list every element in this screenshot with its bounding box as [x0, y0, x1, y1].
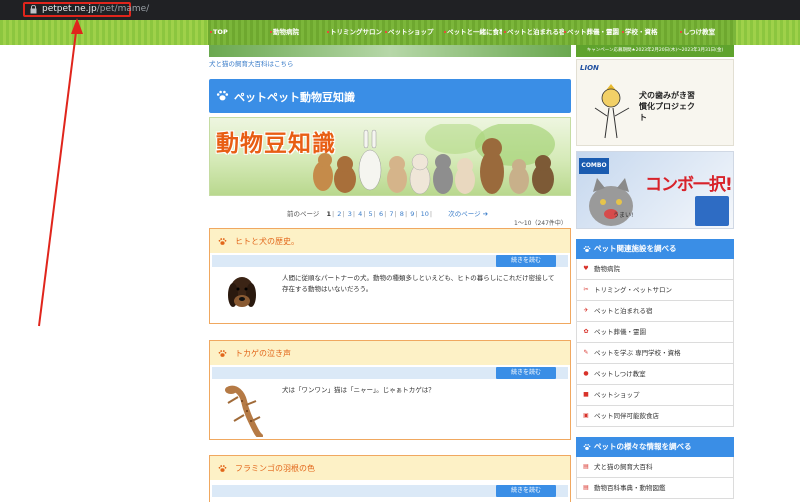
- url-path: /pet/mame/: [96, 4, 150, 14]
- nav-item-school[interactable]: 学校・資格: [622, 20, 658, 45]
- paw-icon: [583, 444, 591, 451]
- pencil-icon: ✎: [583, 349, 589, 356]
- page-link[interactable]: 1: [326, 210, 331, 218]
- url-field[interactable]: petpet.ne.jp/pet/mame/: [42, 4, 149, 14]
- dog-illustration: [594, 84, 630, 139]
- page-link[interactable]: 4: [358, 210, 362, 218]
- sidebar-item-dining[interactable]: ▣ ペット同伴可能飲食店: [576, 406, 734, 427]
- ad-text: 犬の歯みがき習慣化プロジェクト: [639, 91, 695, 122]
- sidebar-item-label: トリミング・ペットサロン: [594, 286, 672, 294]
- page-link[interactable]: 6: [379, 210, 383, 218]
- cup-icon: ▣: [583, 412, 589, 419]
- nav-item-funeral[interactable]: ペット葬儀・霊園: [564, 20, 621, 45]
- sidebar-item-label: ペットを学ぶ 専門学校・資格: [594, 349, 681, 357]
- sidebar-item-label: ペットと泊まれる宿: [594, 307, 653, 315]
- shop-icon: ■: [583, 391, 589, 398]
- ad-brand: LION: [580, 64, 599, 72]
- page-link[interactable]: 8: [400, 210, 404, 218]
- article-card: トカゲの泣き声 続きを読む 犬は「ワンワン」猫は「ニャー」。じゃぁトカゲは？: [209, 340, 571, 440]
- info-search-header: ペットの様々な情報を調べる: [576, 437, 734, 457]
- facility-search-header: ペット関連施設を調べる: [576, 239, 734, 259]
- sidebar-item-label: 動物病院: [594, 265, 620, 273]
- nav-item-top[interactable]: TOP: [210, 20, 228, 45]
- page-title-bar: ペットペット動物豆知識: [209, 79, 571, 113]
- arrow-right-icon: ➔: [482, 210, 489, 218]
- sidebar-item-training[interactable]: ● ペットしつけ教室: [576, 364, 734, 385]
- sidebar-item-label: ペット同伴可能飲食店: [594, 412, 659, 420]
- sidebar-item-label: ペットショップ: [594, 391, 640, 399]
- encyclopedia-link[interactable]: 犬と猫の飼育大百科はこちら: [209, 58, 294, 68]
- ad-brand: COMBO: [579, 158, 609, 174]
- campaign-notice: キャンペーン応募期間★2023年2月20日(木)～2023年3月31日(金): [576, 45, 734, 57]
- plane-icon: ✈: [583, 307, 589, 314]
- prev-page-link[interactable]: 前のページ: [287, 210, 319, 218]
- whistle-icon: ●: [583, 370, 589, 377]
- page-link[interactable]: 7: [389, 210, 393, 218]
- article-title[interactable]: フラミンゴの羽根の色: [235, 463, 315, 474]
- pagination: 前のページ 1| 2| 3| 4| 5| 6| 7| 8| 9| 10| 次のペ…: [287, 210, 489, 218]
- nav-item-vet[interactable]: 動物病院: [270, 20, 299, 45]
- flower-icon: ✿: [583, 328, 589, 335]
- gecko-photo: [220, 383, 264, 437]
- sidebar-item-label: 動物百科事典・動物図鑑: [594, 484, 666, 492]
- cat-photo: [589, 178, 633, 226]
- nav-item-hotel[interactable]: ペットと泊まれる宿: [504, 20, 564, 45]
- read-more-button[interactable]: 続きを読む: [496, 255, 556, 267]
- paw-icon: [583, 246, 591, 253]
- page-link[interactable]: 5: [369, 210, 373, 218]
- result-count: 1～10（247件中）: [514, 220, 567, 227]
- ad-headline: コンボ一択!: [645, 175, 733, 195]
- animals-illustration: [313, 124, 555, 195]
- nav-item-training[interactable]: しつけ教室: [680, 20, 715, 45]
- heart-icon: ♥: [583, 265, 589, 272]
- article-description: 人間に従順なパートナーの犬。動物の種類多しといえども、ヒトの暮らしにこれだけ密接…: [282, 274, 555, 293]
- nav-item-dining[interactable]: ペットと一緒に食事: [444, 20, 502, 45]
- book-icon: ▤: [583, 463, 589, 470]
- article-title[interactable]: ヒトと犬の歴史。: [235, 236, 299, 247]
- section-title: ペット関連施設を調べる: [594, 244, 677, 253]
- page-link[interactable]: 2: [337, 210, 341, 218]
- article-title[interactable]: トカゲの泣き声: [235, 348, 291, 359]
- nav-item-petshop[interactable]: ペットショップ: [385, 20, 441, 45]
- sidebar-item-funeral[interactable]: ✿ ペット葬儀・霊園: [576, 322, 734, 343]
- ad-subtext: うまい!: [613, 212, 634, 219]
- combo-ad-banner[interactable]: COMBO コンボ一択! うまい!: [576, 151, 734, 229]
- article-card: ヒトと犬の歴史。 続きを読む 人間に従順なパートナーの犬。動物の種類多しといえど…: [209, 228, 571, 324]
- paw-icon: [218, 350, 227, 357]
- paw-icon: [218, 238, 227, 245]
- book-icon: ▤: [583, 484, 589, 491]
- sidebar-item-vet[interactable]: ♥ 動物病院: [576, 259, 734, 280]
- page-link[interactable]: 10: [421, 210, 429, 218]
- sidebar-item-trimming[interactable]: ✂ トリミング・ペットサロン: [576, 280, 734, 301]
- sidebar-item-label: ペットしつけ教室: [594, 370, 646, 378]
- nav-item-trimming[interactable]: トリミングサロン: [327, 20, 382, 45]
- scissors-icon: ✂: [583, 286, 589, 293]
- url-host: petpet.ne.jp: [42, 4, 97, 14]
- hero-image-strip: [209, 45, 571, 57]
- sidebar-item-school[interactable]: ✎ ペットを学ぶ 専門学校・資格: [576, 343, 734, 364]
- trivia-banner: 動物豆知識: [209, 117, 571, 196]
- next-page-link[interactable]: 次のページ: [448, 210, 480, 218]
- sidebar-item-encyclopedia[interactable]: ▤ 犬と猫の飼育大百科: [576, 457, 734, 478]
- paw-icon: [216, 90, 229, 101]
- read-more-button[interactable]: 続きを読む: [496, 367, 556, 379]
- paw-icon: [218, 465, 227, 472]
- read-more-button[interactable]: 続きを読む: [496, 485, 556, 497]
- sidebar-item-label: 犬と猫の飼育大百科: [594, 463, 653, 471]
- sidebar-item-petshop[interactable]: ■ ペットショップ: [576, 385, 734, 406]
- sidebar-item-animal-dictionary[interactable]: ▤ 動物百科事典・動物図鑑: [576, 478, 734, 499]
- sidebar-item-hotel[interactable]: ✈ ペットと泊まれる宿: [576, 301, 734, 322]
- page-link[interactable]: 9: [410, 210, 414, 218]
- dachshund-photo: [220, 271, 264, 315]
- section-title: ペットの様々な情報を調べる: [594, 442, 692, 451]
- article-description: 犬は「ワンワン」猫は「ニャー」。じゃぁトカゲは？: [282, 386, 435, 394]
- page-title: ペットペット動物豆知識: [234, 91, 355, 104]
- sidebar-item-label: ペット葬儀・霊園: [594, 328, 646, 336]
- article-card: フラミンゴの羽根の色 続きを読む: [209, 455, 571, 502]
- page-link[interactable]: 3: [348, 210, 352, 218]
- product-package: [695, 196, 729, 226]
- lion-ad-banner[interactable]: LION 犬の歯みがき習慣化プロジェクト: [576, 59, 734, 146]
